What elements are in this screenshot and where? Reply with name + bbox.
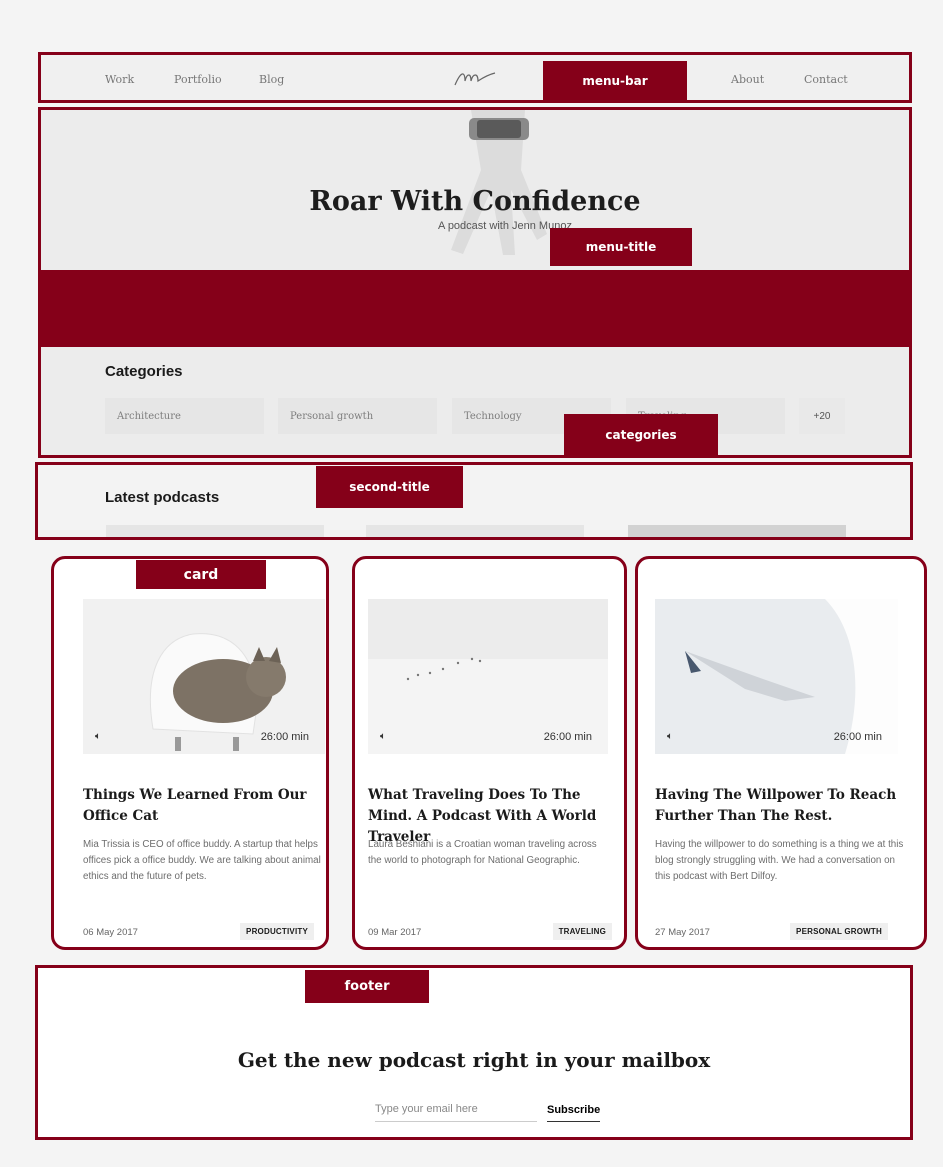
category-personal-growth[interactable]: Personal growth bbox=[278, 398, 437, 434]
card-title[interactable]: Having The Willpower To Reach Further Th… bbox=[655, 785, 905, 827]
nav-link-portfolio[interactable]: Portfolio bbox=[174, 73, 222, 86]
annotation-label-second-title: second-title bbox=[316, 466, 463, 508]
card-peek bbox=[106, 525, 324, 537]
nav-link-blog[interactable]: Blog bbox=[259, 73, 284, 86]
volume-icon[interactable]: 🔈︎ bbox=[95, 731, 101, 742]
footer-title: Get the new podcast right in your mailbo… bbox=[237, 1048, 711, 1072]
menu-bar: Work Portfolio Blog About Contact bbox=[38, 52, 912, 103]
podcast-card[interactable]: 🔈︎ 26:00 min Things We Learned From Our … bbox=[51, 556, 329, 950]
card-duration: 26:00 min bbox=[260, 731, 309, 743]
card-duration: 26:00 min bbox=[833, 731, 882, 743]
annotation-label-menu-bar: menu-bar bbox=[543, 61, 687, 100]
card-image-cat: 🔈︎ 26:00 min bbox=[83, 599, 325, 754]
hero-overlay-band bbox=[41, 270, 909, 347]
category-label: Personal growth bbox=[290, 411, 374, 422]
hero-title: Roar With Confidence bbox=[309, 186, 641, 217]
card-peek bbox=[628, 525, 846, 537]
card-date: 27 May 2017 bbox=[655, 927, 710, 938]
card-date: 09 Mar 2017 bbox=[368, 927, 422, 938]
nav-link-contact[interactable]: Contact bbox=[804, 73, 848, 86]
card-tag[interactable]: PERSONAL GROWTH bbox=[790, 923, 888, 940]
card-title[interactable]: Things We Learned From Our Office Cat bbox=[83, 785, 323, 827]
category-label: Architecture bbox=[117, 411, 181, 422]
card-duration: 26:00 min bbox=[543, 731, 592, 743]
annotation-label-categories: categories bbox=[564, 414, 718, 456]
volume-icon[interactable]: 🔈︎ bbox=[380, 731, 386, 742]
latest-podcasts-title: Latest podcasts bbox=[105, 489, 220, 506]
card-description: Laura Beshiani is a Croatian woman trave… bbox=[368, 839, 597, 866]
card-image-airplane: 🔈︎ 26:00 min bbox=[655, 599, 898, 754]
signature-logo-icon[interactable] bbox=[451, 65, 499, 93]
categories-more-button[interactable]: +20 bbox=[799, 398, 845, 434]
nav-link-work[interactable]: Work bbox=[105, 73, 134, 86]
category-architecture[interactable]: Architecture bbox=[105, 398, 264, 434]
hero-subtitle: A podcast with Jenn Munoz bbox=[438, 220, 572, 232]
card-description: Having the willpower to do something is … bbox=[655, 839, 904, 882]
card-tag[interactable]: PRODUCTIVITY bbox=[240, 923, 314, 940]
annotation-label-card: card bbox=[136, 560, 266, 589]
card-description: Mia Trissia is CEO of office buddy. A st… bbox=[83, 839, 321, 882]
annotation-label-menu-title: menu-title bbox=[550, 228, 692, 266]
card-image-snow: 🔈︎ 26:00 min bbox=[368, 599, 608, 754]
card-peek bbox=[366, 525, 584, 537]
nav-link-about[interactable]: About bbox=[731, 73, 764, 86]
annotation-label-footer: footer bbox=[305, 970, 429, 1003]
footer-section: Get the new podcast right in your mailbo… bbox=[35, 965, 913, 1140]
card-date: 06 May 2017 bbox=[83, 927, 138, 938]
email-field[interactable] bbox=[375, 1101, 537, 1122]
hero-section: Roar With Confidence A podcast with Jenn… bbox=[38, 107, 912, 458]
latest-podcasts-section: Latest podcasts bbox=[35, 462, 913, 540]
podcast-card[interactable]: 🔈︎ 26:00 min What Traveling Does To The … bbox=[352, 556, 627, 950]
volume-icon[interactable]: 🔈︎ bbox=[667, 731, 673, 742]
categories-title: Categories bbox=[105, 363, 183, 380]
category-label: Technology bbox=[464, 411, 522, 422]
subscribe-button[interactable]: Subscribe bbox=[547, 1101, 601, 1122]
podcast-card[interactable]: 🔈︎ 26:00 min Having The Willpower To Rea… bbox=[635, 556, 927, 950]
card-tag[interactable]: TRAVELING bbox=[552, 923, 612, 940]
